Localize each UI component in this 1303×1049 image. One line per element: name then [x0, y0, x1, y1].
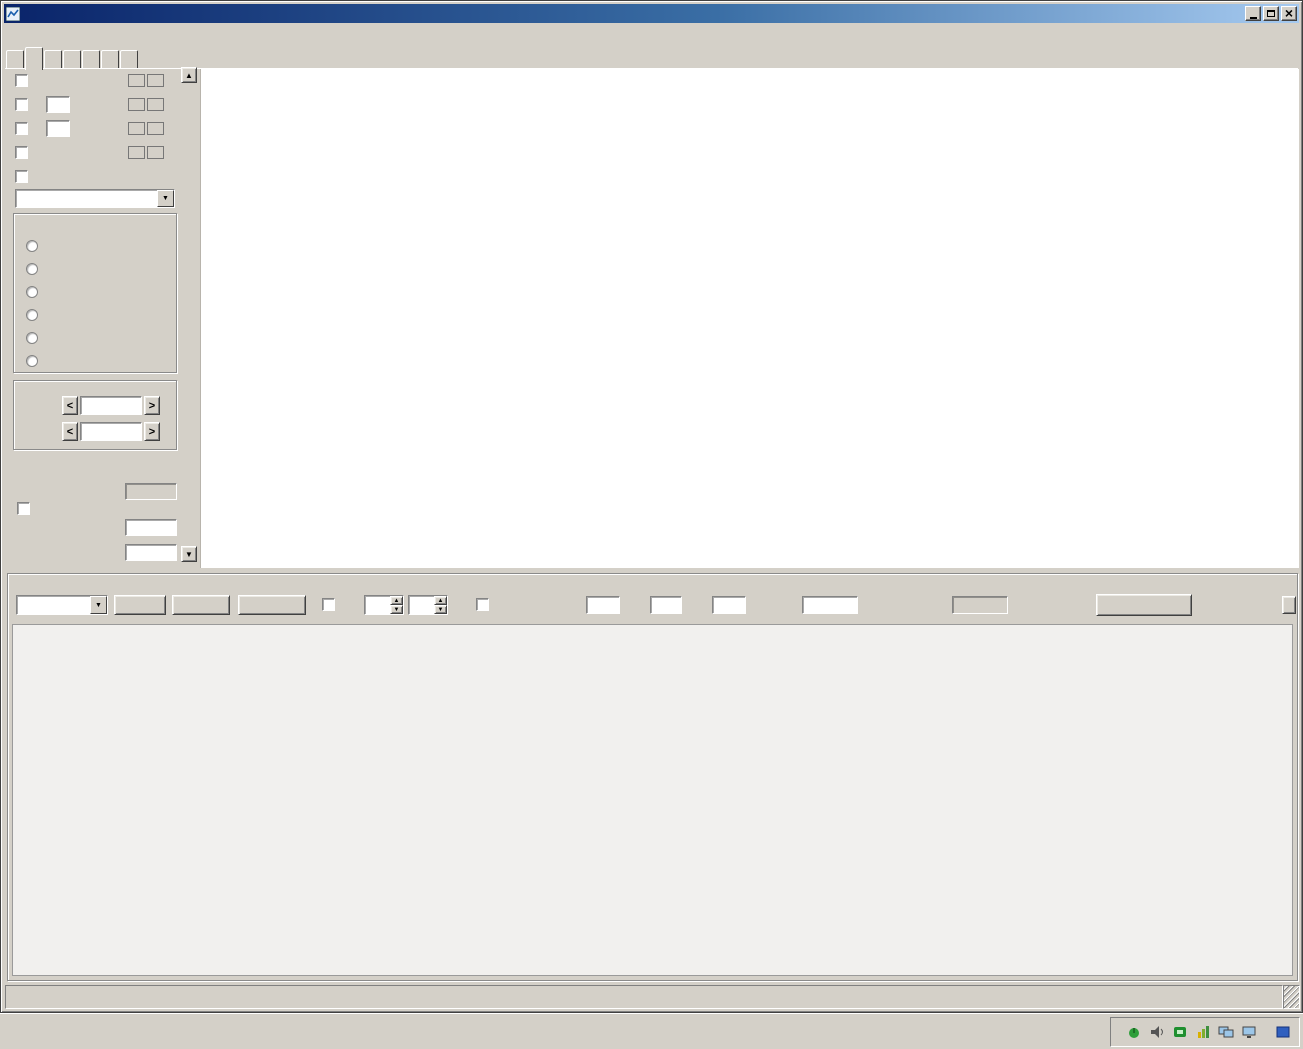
d-input[interactable]: [586, 596, 620, 614]
maximize-icon: [1267, 10, 1275, 17]
expiration-color-swatch-1: [128, 146, 145, 159]
menu-file[interactable]: [6, 33, 26, 37]
draw-group: [13, 213, 177, 373]
radio-vega[interactable]: [26, 309, 38, 321]
panel-scroll-up-button[interactable]: [181, 67, 197, 83]
spin-down-icon[interactable]: [390, 605, 403, 614]
month-select-value: [17, 596, 90, 614]
tab-ulybka[interactable]: [44, 50, 62, 69]
strategy-select[interactable]: [15, 189, 175, 208]
menu-about[interactable]: [1273, 33, 1297, 37]
radio-theta[interactable]: [26, 332, 38, 344]
menu-window[interactable]: [66, 33, 86, 37]
app-icon: [6, 6, 20, 21]
tab-diagramma[interactable]: [25, 47, 43, 70]
calc-go-button[interactable]: [1096, 594, 1192, 616]
plus1-series-checkbox[interactable]: [15, 98, 28, 111]
tab-sdelki[interactable]: [120, 50, 138, 69]
below-decrement-button[interactable]: [62, 422, 78, 441]
close-button[interactable]: [1281, 6, 1297, 21]
p1-input[interactable]: [802, 596, 858, 614]
v2-input[interactable]: [712, 596, 746, 614]
plus3-days-input[interactable]: [46, 120, 70, 137]
system-tray: [1110, 1016, 1300, 1047]
taskbar[interactable]: [0, 1013, 1303, 1049]
tab-log[interactable]: [82, 50, 100, 69]
dh-checkbox[interactable]: [322, 598, 335, 611]
above-value-input[interactable]: [80, 396, 142, 415]
spin-up-icon[interactable]: [434, 596, 447, 605]
strategy-select-value: [16, 190, 157, 207]
radio-delta[interactable]: [26, 263, 38, 275]
close-icon: [1285, 6, 1293, 21]
expiration-color-swatch-2: [147, 146, 164, 159]
resize-grip[interactable]: [1283, 985, 1300, 1009]
current-color-swatch-2: [147, 74, 164, 87]
p2-input[interactable]: [952, 596, 1008, 614]
panel-scroll-down-button[interactable]: [181, 546, 197, 562]
radio-pribyl[interactable]: [26, 240, 38, 252]
profit-chart[interactable]: [231, 76, 1301, 554]
menubar: [6, 24, 1297, 45]
month-select[interactable]: [16, 595, 108, 615]
dh-spinner-2-value: [409, 596, 434, 614]
plus3-color-swatch-1: [128, 122, 145, 135]
tray-chart-icon[interactable]: [1195, 1024, 1211, 1040]
tray-display-icon[interactable]: [1275, 1024, 1291, 1040]
tab-dannye[interactable]: [101, 50, 119, 69]
plus3-color-swatch-2: [147, 122, 164, 135]
grid-auto-checkbox[interactable]: [17, 502, 30, 515]
plus1-color-swatch-2: [147, 98, 164, 111]
titlebar[interactable]: [4, 4, 1299, 23]
menu-trading[interactable]: [26, 33, 46, 37]
sko-input[interactable]: [125, 544, 177, 561]
collapse-portfolio-button[interactable]: [1282, 596, 1296, 614]
plus1-days-input[interactable]: [46, 96, 70, 113]
m-checkbox[interactable]: [476, 598, 489, 611]
tray-cash-icon[interactable]: [1172, 1024, 1188, 1040]
status-bar: [5, 985, 1300, 1009]
tab-doska[interactable]: [6, 50, 24, 69]
dh-spinner-1-value: [365, 596, 390, 614]
current-color-swatch-1: [128, 74, 145, 87]
above-decrement-button[interactable]: [62, 396, 78, 415]
above-increment-button[interactable]: [144, 396, 160, 415]
current-series-checkbox[interactable]: [15, 74, 28, 87]
dh-spinner-1[interactable]: [364, 595, 404, 615]
plus1-color-swatch-1: [128, 98, 145, 111]
save-button[interactable]: [238, 595, 306, 615]
tray-volume-icon[interactable]: [1149, 1024, 1165, 1040]
status-text: [5, 985, 1283, 1009]
below-increment-button[interactable]: [144, 422, 160, 441]
minimize-icon: [1249, 16, 1257, 19]
portfolio-group: [7, 573, 1298, 981]
radio-vomma[interactable]: [26, 355, 38, 367]
tabstrip: [6, 46, 139, 70]
minimize-button[interactable]: [1245, 6, 1261, 21]
portfolio-table-area: [12, 624, 1293, 976]
tray-plant-icon[interactable]: [1126, 1024, 1142, 1040]
radio-gamma[interactable]: [26, 286, 38, 298]
spin-up-icon[interactable]: [390, 596, 403, 605]
tab-kalkulyator[interactable]: [63, 50, 81, 69]
plus3-series-checkbox[interactable]: [15, 122, 28, 135]
dh-spinner-2[interactable]: [408, 595, 448, 615]
v1-input[interactable]: [650, 596, 682, 614]
app-window: [0, 0, 1303, 1013]
grid-x-input[interactable]: [125, 519, 177, 536]
expiration-series-checkbox[interactable]: [15, 146, 28, 159]
chevron-down-icon[interactable]: [90, 596, 107, 614]
chevron-down-icon[interactable]: [157, 190, 174, 207]
grid-y-input[interactable]: [125, 483, 177, 500]
render-percent-group: [13, 380, 177, 450]
tray-monitor-icon[interactable]: [1241, 1024, 1257, 1040]
delete-button[interactable]: [172, 595, 230, 615]
tray-network-icon[interactable]: [1218, 1024, 1234, 1040]
below-value-input[interactable]: [80, 422, 142, 441]
compare-strategy-checkbox[interactable]: [15, 170, 28, 183]
maximize-button[interactable]: [1263, 6, 1279, 21]
spin-down-icon[interactable]: [434, 605, 447, 614]
menu-settings[interactable]: [46, 33, 66, 37]
import-button[interactable]: [114, 595, 166, 615]
